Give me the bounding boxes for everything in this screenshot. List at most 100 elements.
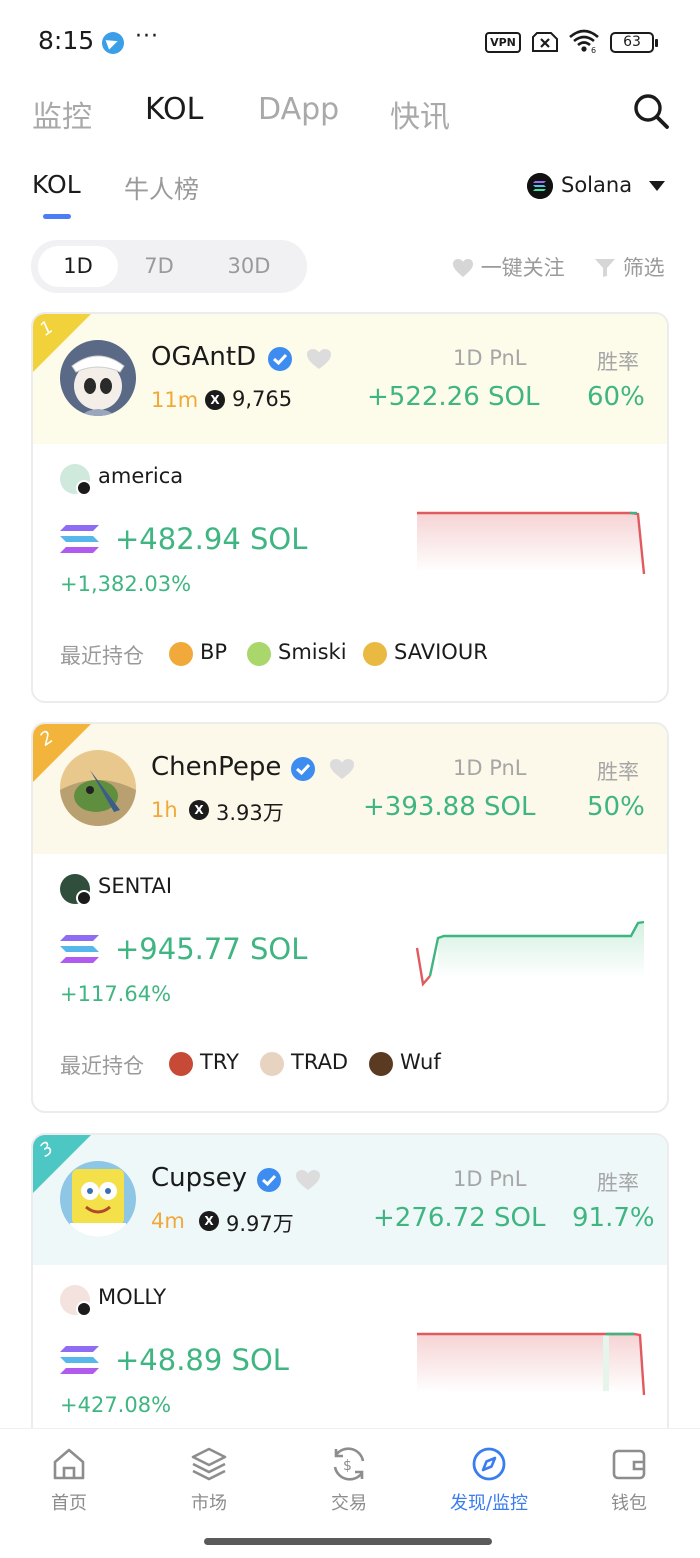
kol-card-header: 3 Cupsey 4m X 9.97万 1D PnL +276.72 SOL 胜…	[33, 1135, 667, 1265]
no-sim-icon	[532, 32, 558, 52]
subtab-kol[interactable]: KOL	[32, 170, 81, 199]
filter-label: 筛选	[622, 256, 665, 280]
kol-name: OGAntD	[151, 342, 257, 372]
status-time: 8:15	[38, 26, 95, 55]
pnl-label: 1D PnL	[453, 1167, 527, 1191]
follow-all-label: 一键关注	[480, 256, 565, 280]
telegram-icon	[102, 32, 124, 54]
winrate-label: 胜率	[597, 1171, 639, 1195]
kol-card[interactable]: 1 OGAntD 11m X 9,765 1D PnL +522.26 SOL …	[31, 312, 669, 703]
heart-icon	[453, 259, 473, 277]
winrate-value: 91.7%	[572, 1203, 655, 1233]
kol-card[interactable]: 2 ChenPepe 1h X 3.93万 1D PnL +393.88 SOL…	[31, 722, 669, 1113]
avatar[interactable]	[60, 750, 136, 826]
tab-news[interactable]: 快讯	[390, 92, 450, 136]
nav-trade[interactable]: $ 交易	[294, 1445, 404, 1515]
nav-discover[interactable]: 发现/监控	[434, 1445, 544, 1515]
exchange-icon: $	[333, 1447, 365, 1481]
nav-market-label: 市场	[191, 1493, 227, 1514]
token-profit-percent: +117.64%	[60, 982, 172, 1006]
nav-home[interactable]: 首页	[14, 1445, 124, 1515]
follow-all-button[interactable]: 一键关注	[452, 252, 565, 282]
token-name: MOLLY	[98, 1285, 167, 1309]
solana-logo-icon	[60, 935, 99, 963]
subtab-leaderboard[interactable]: 牛人榜	[124, 170, 199, 206]
pnl-sparkline	[417, 511, 646, 575]
kol-card-header: 2 ChenPepe 1h X 3.93万 1D PnL +393.88 SOL…	[33, 724, 667, 854]
verified-icon	[268, 347, 292, 371]
nav-wallet-label: 钱包	[611, 1493, 647, 1514]
svg-text:6: 6	[591, 46, 596, 54]
recent-holdings: 最近持仓 BP Smiski SAVIOUR	[60, 640, 620, 672]
token-profit: +945.77 SOL	[115, 932, 308, 966]
winrate-label: 胜率	[597, 760, 639, 784]
pnl-sparkline	[417, 1332, 646, 1396]
solana-icon	[76, 890, 92, 906]
active-tab-indicator	[43, 214, 71, 219]
solana-icon	[527, 173, 553, 199]
x-twitter-icon: X	[199, 1211, 219, 1231]
kol-name: ChenPepe	[151, 752, 282, 782]
pnl-sparkline	[416, 920, 645, 987]
period-1d[interactable]: 1D	[38, 246, 118, 287]
pnl-value: +393.88 SOL	[363, 792, 536, 822]
follow-heart-icon[interactable]	[295, 1169, 321, 1191]
avatar[interactable]	[60, 340, 136, 416]
holding-name: BP	[200, 640, 228, 664]
follow-heart-icon[interactable]	[329, 758, 355, 780]
holding-name: Wuf	[400, 1050, 441, 1074]
follow-heart-icon[interactable]	[306, 348, 332, 370]
wifi-icon: 6	[569, 29, 599, 54]
top-nav: 监控 KOL DApp 快讯	[0, 86, 700, 142]
winrate-value: 50%	[587, 792, 645, 822]
status-bar: 8:15 ··· VPN 6 63	[0, 0, 700, 80]
filter-button[interactable]: 筛选	[594, 252, 665, 282]
kol-card[interactable]: 3 Cupsey 4m X 9.97万 1D PnL +276.72 SOL 胜…	[31, 1133, 669, 1433]
token-icon	[169, 642, 193, 666]
last-active-time: 1h	[151, 798, 178, 822]
nav-wallet[interactable]: 钱包	[574, 1445, 684, 1515]
holding-name: Smiski	[278, 640, 347, 664]
verified-icon	[291, 757, 315, 781]
token-profit: +48.89 SOL	[115, 1343, 289, 1377]
period-7d[interactable]: 7D	[119, 246, 199, 287]
home-indicator[interactable]	[204, 1538, 492, 1545]
nav-trade-label: 交易	[331, 1493, 367, 1514]
pnl-value: +276.72 SOL	[373, 1203, 546, 1233]
nav-market[interactable]: 市场	[154, 1445, 264, 1515]
holding-name: TRY	[200, 1050, 239, 1074]
token-name: america	[98, 464, 184, 488]
follower-count: 3.93万	[216, 801, 284, 825]
holdings-label: 最近持仓	[60, 1054, 144, 1078]
tab-dapp[interactable]: DApp	[258, 92, 339, 127]
token-icon	[363, 642, 387, 666]
x-twitter-icon: X	[205, 390, 225, 410]
follower-count: 9.97万	[226, 1212, 294, 1236]
solana-icon	[76, 1301, 92, 1317]
layers-icon	[191, 1447, 227, 1481]
wallet-icon	[612, 1449, 646, 1480]
home-icon	[53, 1448, 85, 1480]
tab-kol[interactable]: KOL	[145, 92, 203, 127]
svg-text:$: $	[343, 1458, 352, 1474]
token-profit-percent: +427.08%	[60, 1393, 172, 1417]
winrate-value: 60%	[587, 382, 645, 412]
search-icon[interactable]	[632, 92, 670, 130]
avatar[interactable]	[60, 1161, 136, 1237]
kol-card-header: 1 OGAntD 11m X 9,765 1D PnL +522.26 SOL …	[33, 314, 667, 444]
battery-icon: 63	[610, 32, 658, 53]
chain-label: Solana	[561, 173, 633, 197]
period-selector: 1D 7D 30D	[31, 240, 307, 293]
solana-logo-icon	[60, 1346, 99, 1374]
nav-home-label: 首页	[51, 1493, 87, 1514]
holding-name: SAVIOUR	[394, 640, 488, 664]
pnl-value: +522.26 SOL	[367, 382, 540, 412]
kol-name: Cupsey	[151, 1163, 248, 1193]
filter-icon	[595, 259, 615, 277]
period-30d[interactable]: 30D	[209, 246, 289, 287]
tab-monitor[interactable]: 监控	[32, 92, 92, 136]
x-twitter-icon: X	[189, 800, 209, 820]
token-name: SENTAI	[98, 874, 173, 898]
vpn-icon: VPN	[485, 32, 521, 53]
more-notifications-icon: ···	[135, 24, 159, 49]
